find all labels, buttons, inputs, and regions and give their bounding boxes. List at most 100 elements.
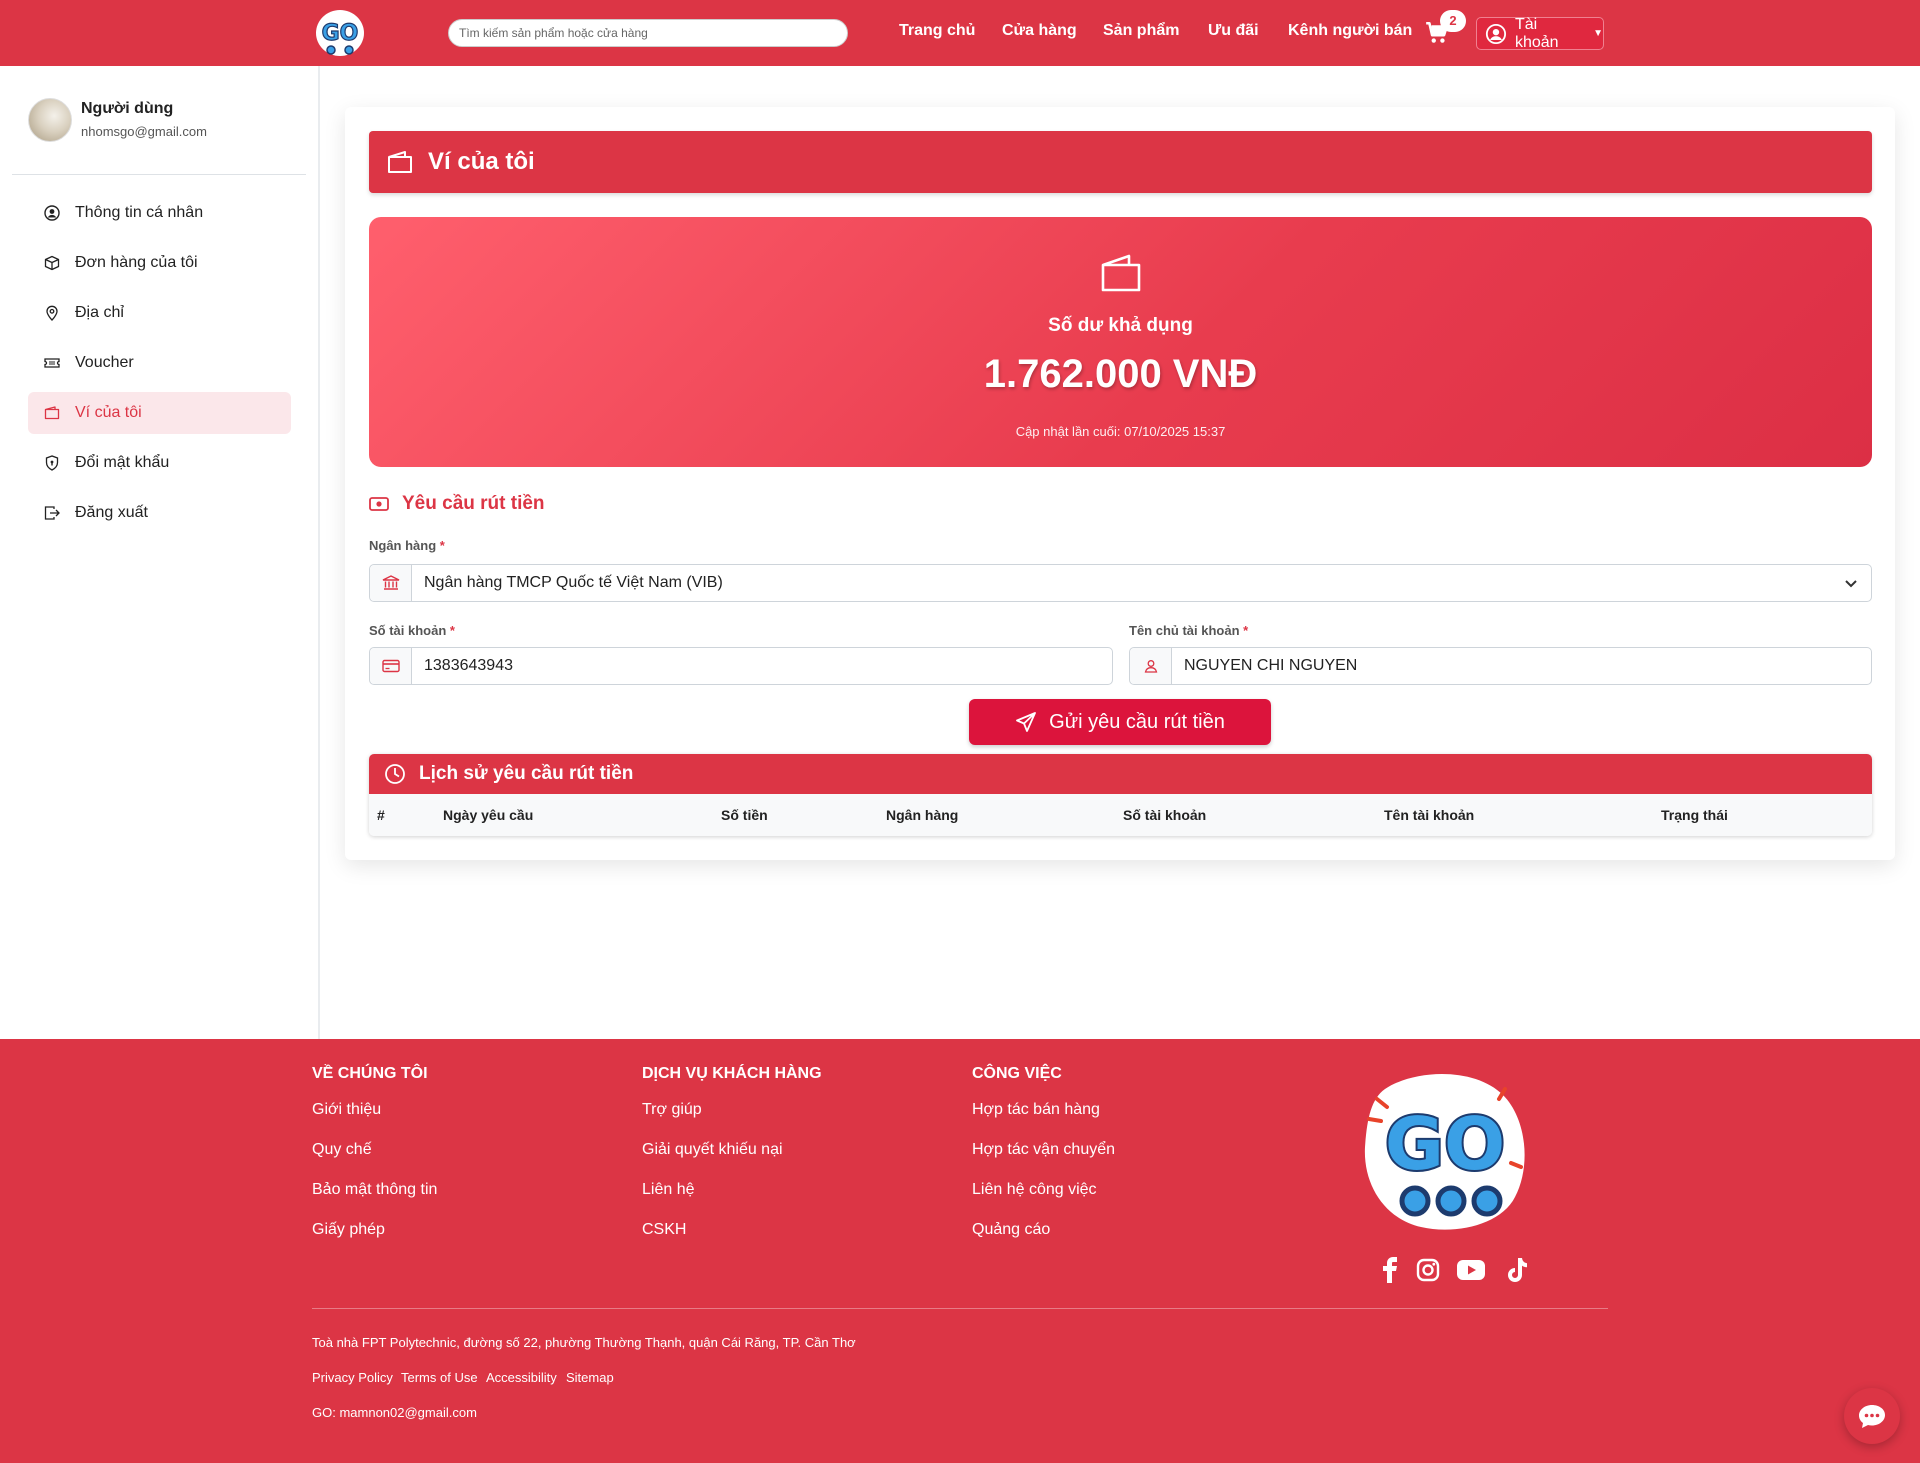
- location-pin-icon: [43, 304, 61, 322]
- wallet-icon: [1101, 254, 1141, 292]
- user-email: nhomsgo@gmail.com: [81, 124, 207, 139]
- send-icon: [1015, 711, 1037, 733]
- box-icon: [43, 254, 61, 272]
- column-header-amount[interactable]: Số tiền: [721, 807, 768, 823]
- sidebar-item-wallet[interactable]: Ví của tôi: [28, 392, 291, 434]
- footer-address: Toà nhà FPT Polytechnic, đường số 22, ph…: [312, 1335, 856, 1350]
- required-mark: *: [449, 623, 455, 638]
- sidebar-item-address[interactable]: Địa chỉ: [28, 292, 291, 334]
- top-navbar: GO Trang chủ Cửa hàng Sản phẩm Ưu đãi Kê…: [0, 0, 1920, 66]
- withdraw-history-table: Lịch sử yêu cầu rút tiền # Ngày yêu cầu …: [369, 754, 1872, 836]
- account-number-field[interactable]: 1383643943: [369, 647, 1113, 685]
- logo-text: GO: [322, 21, 359, 46]
- account-label: Tài khoản: [1514, 15, 1559, 51]
- ticket-icon: [43, 354, 61, 372]
- history-column-headers: # Ngày yêu cầu Số tiền Ngân hàng Số tài …: [369, 794, 1872, 836]
- page-title-bar: Ví của tôi: [369, 131, 1872, 193]
- footer-divider: [312, 1308, 1608, 1309]
- chat-bubble-icon: [1859, 1405, 1885, 1428]
- footer-contact: GO: mamnon02@gmail.com: [312, 1405, 477, 1420]
- footer-link[interactable]: Giới thiệu: [312, 1101, 381, 1119]
- go-logo-large[interactable]: GO: [1355, 1067, 1535, 1237]
- column-header-account-name[interactable]: Tên tài khoản: [1384, 807, 1474, 823]
- account-holder-field[interactable]: NGUYEN CHI NGUYEN: [1129, 647, 1872, 685]
- sidebar-item-voucher[interactable]: Voucher: [28, 342, 291, 384]
- account-number-label: Số tài khoản *: [369, 623, 455, 638]
- bank-label: Ngân hàng *: [369, 538, 445, 553]
- column-header-status[interactable]: Trạng thái: [1661, 807, 1728, 823]
- facebook-icon[interactable]: [1375, 1255, 1405, 1285]
- footer-col-title-jobs: CÔNG VIỆC: [972, 1065, 1062, 1082]
- sidebar-item-label: Đăng xuất: [75, 504, 148, 521]
- avatar[interactable]: [28, 98, 72, 142]
- youtube-icon[interactable]: [1456, 1255, 1486, 1285]
- go-logo[interactable]: GO: [314, 8, 366, 58]
- chat-button[interactable]: [1844, 1388, 1900, 1444]
- footer-link[interactable]: Quy chế: [312, 1141, 372, 1159]
- nav-deals[interactable]: Ưu đãi: [1208, 22, 1259, 40]
- wallet-icon: [387, 150, 413, 174]
- bank-select[interactable]: Ngân hàng TMCP Quốc tế Việt Nam (VIB): [369, 564, 1872, 602]
- instagram-icon[interactable]: [1413, 1255, 1443, 1285]
- account-number-label-text: Số tài khoản: [369, 623, 447, 638]
- footer-link[interactable]: Hợp tác bán hàng: [972, 1101, 1100, 1119]
- sidebar-item-label: Địa chỉ: [75, 304, 124, 321]
- nav-seller-channel[interactable]: Kênh người bán: [1288, 22, 1412, 40]
- history-header: Lịch sử yêu cầu rút tiền: [369, 754, 1872, 794]
- footer-link[interactable]: CSKH: [642, 1221, 686, 1239]
- footer-privacy-link[interactable]: Privacy Policy: [312, 1370, 393, 1385]
- submit-label: Gửi yêu cầu rút tiền: [1049, 710, 1225, 733]
- footer-link[interactable]: Quảng cáo: [972, 1221, 1050, 1239]
- column-header-bank[interactable]: Ngân hàng: [886, 807, 958, 823]
- footer-sitemap-link[interactable]: Sitemap: [566, 1370, 614, 1385]
- logout-icon: [43, 504, 61, 522]
- account-holder-value: NGUYEN CHI NGUYEN: [1184, 657, 1358, 674]
- footer-link[interactable]: Liên hệ: [642, 1181, 695, 1199]
- required-mark: *: [1243, 623, 1249, 638]
- submit-withdraw-button[interactable]: Gửi yêu cầu rút tiền: [969, 699, 1271, 745]
- footer-link[interactable]: Hợp tác vận chuyển: [972, 1141, 1115, 1159]
- column-header-account-number[interactable]: Số tài khoản: [1123, 807, 1206, 823]
- sidebar-item-label: Voucher: [75, 354, 134, 371]
- credit-card-icon: [370, 648, 412, 684]
- sidebar-item-label: Thông tin cá nhân: [75, 204, 204, 221]
- history-title: Lịch sử yêu cầu rút tiền: [419, 763, 634, 784]
- nav-home[interactable]: Trang chủ: [899, 22, 975, 40]
- footer-link[interactable]: Trợ giúp: [642, 1101, 702, 1119]
- section-title-text: Yêu cầu rút tiền: [402, 493, 545, 514]
- account-number-value: 1383643943: [424, 657, 513, 674]
- account-holder-label-text: Tên chủ tài khoản: [1129, 623, 1240, 638]
- nav-products[interactable]: Sản phẩm: [1103, 22, 1179, 40]
- sidebar-item-logout[interactable]: Đăng xuất: [28, 492, 291, 534]
- sidebar-item-label: Ví của tôi: [75, 404, 142, 421]
- chevron-down-icon: [1831, 578, 1871, 588]
- footer-link[interactable]: Giải quyết khiếu nại: [642, 1141, 783, 1159]
- column-header-request-date[interactable]: Ngày yêu cầu: [443, 807, 533, 823]
- withdraw-section-title: Yêu cầu rút tiền: [369, 493, 545, 515]
- footer-col-title-customer-service: DỊCH VỤ KHÁCH HÀNG: [642, 1065, 822, 1082]
- footer-link[interactable]: Liên hệ công việc: [972, 1181, 1097, 1199]
- sidebar-item-change-password[interactable]: Đổi mật khẩu: [28, 442, 291, 484]
- user-circle-icon: [43, 204, 61, 222]
- person-icon: [1130, 648, 1172, 684]
- bank-label-text: Ngân hàng: [369, 538, 437, 553]
- account-dropdown-button[interactable]: Tài khoản ▼: [1476, 15, 1604, 51]
- footer-link[interactable]: Bảo mật thông tin: [312, 1181, 437, 1199]
- sidebar-item-label: Đơn hàng của tôi: [75, 254, 198, 271]
- footer-terms-link[interactable]: Terms of Use: [401, 1370, 478, 1385]
- column-header-index[interactable]: #: [377, 807, 385, 823]
- user-circle-icon: [1485, 23, 1507, 44]
- nav-stores[interactable]: Cửa hàng: [1002, 22, 1077, 40]
- sidebar-item-orders[interactable]: Đơn hàng của tôi: [28, 242, 291, 284]
- bank-icon: [370, 565, 412, 601]
- search-input[interactable]: [448, 19, 848, 47]
- balance-label: Số dư khả dụng: [1048, 315, 1193, 336]
- sidebar-item-profile[interactable]: Thông tin cá nhân: [28, 192, 291, 234]
- bank-selected-value: Ngân hàng TMCP Quốc tế Việt Nam (VIB): [424, 574, 723, 591]
- footer-link[interactable]: Giấy phép: [312, 1221, 385, 1239]
- wallet-card: Ví của tôi Số dư khả dụng 1.762.000 VNĐ …: [345, 107, 1895, 860]
- user-name: Người dùng: [81, 100, 174, 117]
- page-title: Ví của tôi: [428, 148, 535, 175]
- footer-accessibility-link[interactable]: Accessibility: [486, 1370, 557, 1385]
- tiktok-icon[interactable]: [1501, 1255, 1531, 1285]
